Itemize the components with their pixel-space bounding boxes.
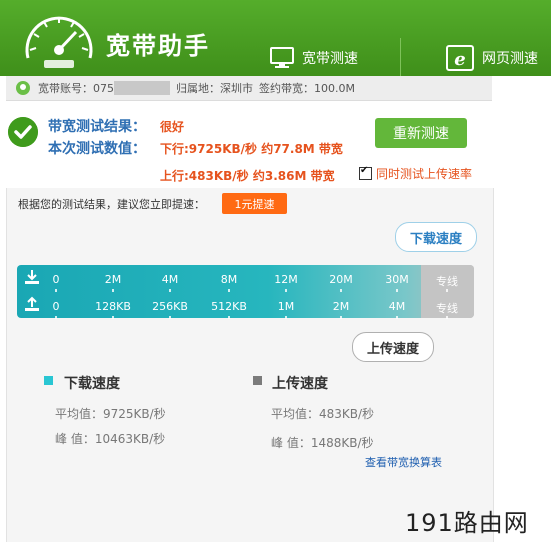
upload-peak: 峰 值：1488KB/秒 bbox=[271, 436, 374, 450]
tab-web-speed[interactable]: e 网页测速 bbox=[446, 40, 538, 76]
download-speed-bubble: 下载速度 bbox=[395, 222, 477, 252]
svg-text:e: e bbox=[454, 49, 465, 70]
upload-tick-label: 256KB bbox=[152, 300, 188, 313]
location-value: 深圳市 bbox=[220, 82, 253, 95]
download-tick-mark bbox=[55, 289, 57, 292]
upload-stats-title: 上传速度 bbox=[272, 376, 328, 392]
download-tick-mark bbox=[228, 289, 230, 292]
account-info-bar: 宽带账号： 075 归属地： 深圳市 签约带宽： 100.0M bbox=[6, 76, 492, 101]
upload-legend-swatch bbox=[253, 376, 262, 385]
upload-tick-label: 2M bbox=[332, 300, 350, 313]
speedometer-logo-icon bbox=[25, 16, 93, 68]
upload-icon bbox=[25, 296, 39, 311]
account-value: 075 bbox=[93, 81, 114, 95]
upload-average: 平均值：483KB/秒 bbox=[271, 407, 375, 421]
check-circle-icon bbox=[8, 117, 38, 147]
upload-tick-label: 512KB bbox=[211, 300, 247, 313]
upload-tick-mark bbox=[446, 316, 448, 319]
download-tick-label: 30M bbox=[385, 273, 409, 286]
upload-tick-mark bbox=[228, 316, 230, 319]
upload-tick-mark bbox=[396, 316, 398, 319]
upload-tick-mark bbox=[55, 316, 57, 319]
contracted-label: 签约带宽： bbox=[259, 82, 314, 95]
upload-test-toggle[interactable]: 同时测试上传速率 bbox=[359, 165, 472, 182]
upload-value: 上行:483KB/秒 约3.86M 带宽 bbox=[160, 169, 335, 183]
download-tick-label: 20M bbox=[329, 273, 353, 286]
account-redaction bbox=[114, 81, 170, 95]
upload-test-label: 同时测试上传速率 bbox=[376, 167, 473, 181]
download-icon bbox=[25, 270, 39, 284]
watermark: 191路由网 bbox=[405, 509, 529, 537]
download-tick-mark bbox=[446, 289, 448, 292]
retest-button[interactable]: 重新测速 bbox=[375, 118, 467, 148]
upload-tick-mark bbox=[340, 316, 342, 319]
download-tick-label: 12M bbox=[274, 273, 298, 286]
upload-tick-label: 0 bbox=[52, 300, 60, 313]
result-value: 很好 bbox=[160, 120, 185, 134]
upload-tick-label: 128KB bbox=[95, 300, 131, 313]
upload-speed-bubble: 上传速度 bbox=[352, 332, 434, 362]
user-icon bbox=[16, 81, 30, 95]
download-tick-label: 2M bbox=[104, 273, 122, 286]
upload-tick-mark bbox=[285, 316, 287, 319]
result-label: 带宽测试结果： bbox=[48, 119, 146, 135]
tab-label: 宽带测速 bbox=[302, 51, 358, 67]
download-tick-label: 8M bbox=[220, 273, 238, 286]
download-tick-label: 4M bbox=[161, 273, 179, 286]
monitor-icon bbox=[270, 47, 294, 68]
current-value-label: 本次测试数值： bbox=[48, 141, 146, 157]
download-value: 下行:9725KB/秒 约77.8M 带宽 bbox=[160, 142, 343, 156]
contracted-value: 100.0M bbox=[314, 81, 355, 95]
location-label: 归属地： bbox=[176, 82, 220, 95]
upload-tick-label: 专线 bbox=[436, 302, 458, 315]
download-tick-mark bbox=[285, 289, 287, 292]
upload-tick-mark bbox=[112, 316, 114, 319]
download-stats-title: 下载速度 bbox=[64, 376, 120, 392]
download-tick-label: 专线 bbox=[436, 275, 458, 288]
download-tick-mark bbox=[112, 289, 114, 292]
tab-divider bbox=[400, 38, 401, 76]
download-tick-mark bbox=[340, 289, 342, 292]
account-label: 宽带账号： bbox=[38, 82, 93, 95]
download-peak: 峰 值：10463KB/秒 bbox=[55, 432, 166, 446]
tab-label: 网页测速 bbox=[482, 51, 538, 67]
download-tick-mark bbox=[169, 289, 171, 292]
upload-tick-label: 4M bbox=[388, 300, 406, 313]
upload-test-checkbox[interactable] bbox=[359, 165, 372, 180]
upload-tick-mark bbox=[169, 316, 171, 319]
download-legend-swatch bbox=[44, 376, 53, 385]
advice-text: 根据您的测试结果，建议您立即提速： bbox=[18, 198, 205, 211]
download-tick-mark bbox=[396, 289, 398, 292]
download-tick-label: 0 bbox=[52, 273, 60, 286]
upload-tick-label: 1M bbox=[277, 300, 295, 313]
download-average: 平均值：9725KB/秒 bbox=[55, 407, 166, 421]
boost-button[interactable]: 1元提速 bbox=[222, 193, 287, 214]
tab-broadband-speed[interactable]: 宽带测速 bbox=[270, 40, 358, 76]
ie-browser-icon: e bbox=[446, 45, 474, 71]
bandwidth-conversion-link[interactable]: 查看带宽换算表 bbox=[365, 454, 442, 470]
app-title: 宽带助手 bbox=[106, 32, 210, 60]
